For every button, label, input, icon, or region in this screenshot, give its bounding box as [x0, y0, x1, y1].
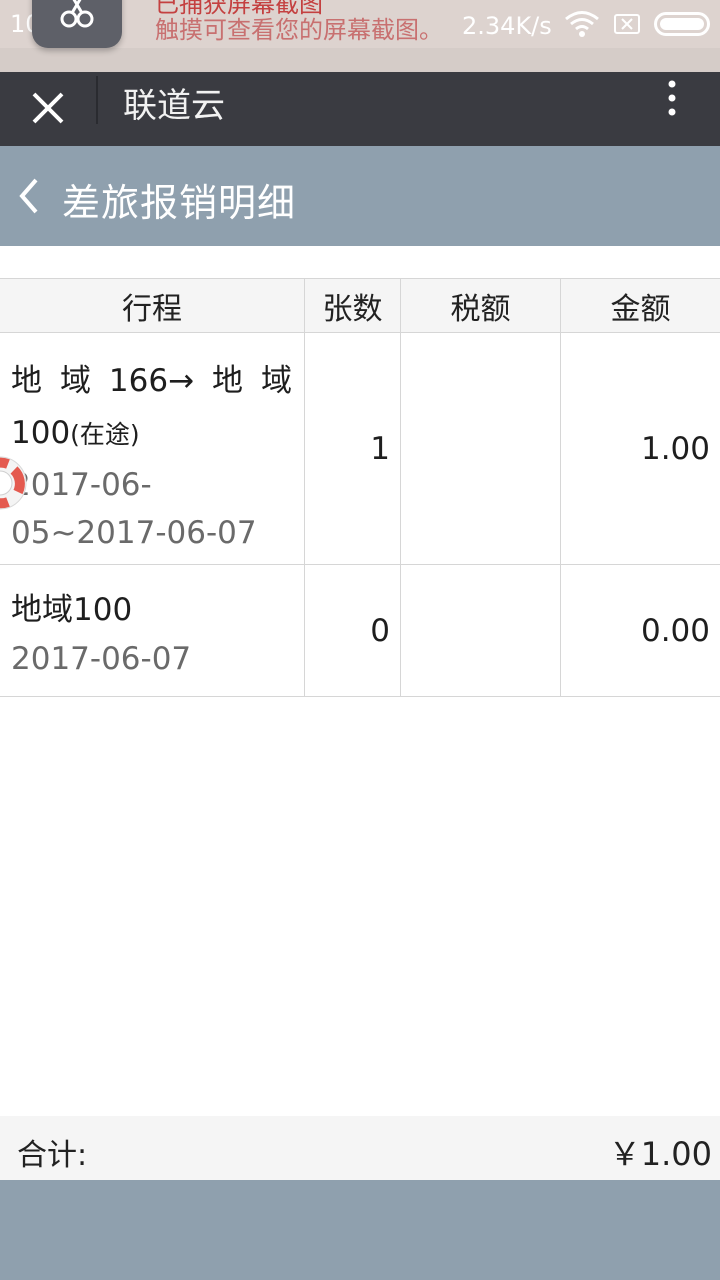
route-cell: 地域100 2017-06-07: [0, 565, 305, 696]
table-header-row: 行程 张数 税额 金额: [0, 279, 720, 333]
header-tax: 税额: [401, 279, 561, 332]
app-title: 联道云: [123, 86, 225, 126]
notification-strip: [0, 48, 720, 72]
total-bar: 合计: ￥1.00: [0, 1116, 720, 1180]
route-line-2: 100(在途): [11, 407, 292, 461]
route-destination: 100: [11, 415, 71, 451]
route-part: 166→: [108, 363, 195, 399]
header-route: 行程: [0, 279, 305, 332]
route-line-1: 地 域 166→ 地 域: [11, 355, 292, 407]
count-cell: 0: [305, 565, 401, 696]
total-label: 合计:: [17, 1138, 88, 1173]
table-row[interactable]: 地 域 166→ 地 域 100(在途) 2017-06- 05~2017-06…: [0, 333, 720, 565]
route-text: 地域100: [11, 592, 133, 628]
route-part: 域: [59, 363, 91, 399]
route-part: 地: [11, 363, 42, 399]
header-count: 张数: [305, 279, 401, 332]
sim-icon: [614, 14, 640, 34]
route-date: 2017-06-07: [11, 641, 192, 677]
bottom-band: [0, 1180, 720, 1280]
app-bar: 联道云: [0, 72, 720, 146]
route-cell: 地 域 166→ 地 域 100(在途) 2017-06- 05~2017-06…: [0, 333, 305, 564]
screenshot-app-icon[interactable]: [32, 0, 122, 48]
tax-cell: [401, 565, 561, 696]
header-amount: 金额: [610, 291, 671, 327]
appbar-divider: [96, 76, 98, 124]
lifebuoy-icon[interactable]: [0, 450, 38, 516]
notification-text[interactable]: 触摸可查看您的屏幕截图。: [155, 10, 443, 45]
route-date-line-1: 2017-06-: [11, 467, 152, 503]
chevron-left-icon[interactable]: [14, 176, 44, 216]
more-icon[interactable]: [660, 78, 684, 122]
count-cell: 1: [305, 333, 401, 564]
battery-icon: [654, 12, 710, 36]
amount-cell: 1.00: [640, 430, 710, 467]
route-part: 地: [212, 363, 244, 399]
route-date-line-2: 05~2017-06-07: [11, 515, 257, 551]
total-value: ￥1.00: [608, 1135, 712, 1173]
route-part: 域: [260, 363, 292, 399]
amount-cell: 0.00: [640, 612, 710, 649]
close-icon[interactable]: [28, 82, 70, 134]
tax-cell: [401, 333, 561, 564]
route-note: (在途): [70, 420, 140, 449]
page-header: 差旅报销明细: [0, 146, 720, 246]
page-title: 差旅报销明细: [62, 181, 297, 225]
table-row[interactable]: 地域100 2017-06-07 0 0.00: [0, 565, 720, 697]
expense-table: 行程 张数 税额 金额 地 域 166→ 地 域 100(在途) 2017-06…: [0, 278, 720, 697]
net-speed: 2.34K/s: [462, 12, 552, 40]
wifi-icon: [565, 11, 599, 37]
status-bar: 10 已捕获屏幕截图 触摸可查看您的屏幕截图。 2.34K/s: [0, 0, 720, 72]
